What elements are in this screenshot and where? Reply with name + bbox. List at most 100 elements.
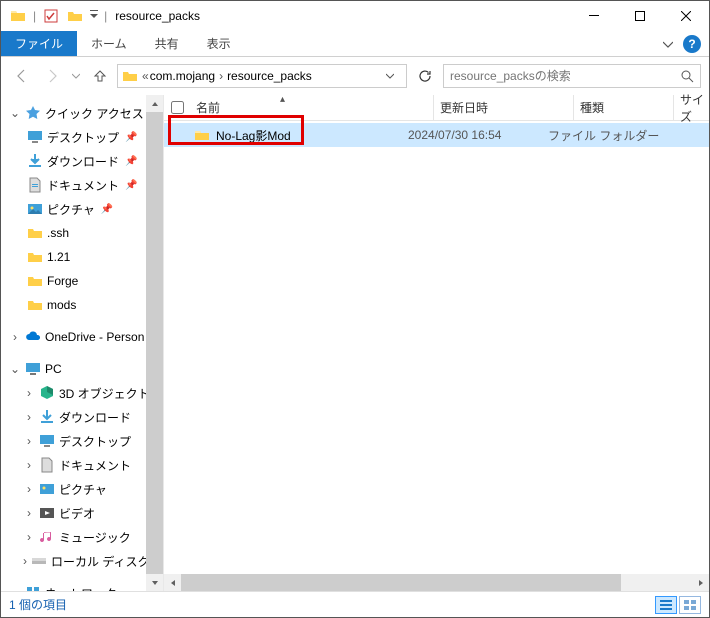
view-details-button[interactable] <box>655 596 677 614</box>
tree-label: OneDrive - Person <box>45 330 144 344</box>
chevron-right-icon[interactable]: › <box>23 458 35 472</box>
search-icon[interactable] <box>680 69 694 83</box>
nav-up-button[interactable] <box>87 63 113 89</box>
music-icon <box>39 529 55 545</box>
address-dropdown-icon[interactable] <box>386 72 402 80</box>
properties-icon[interactable] <box>40 5 62 27</box>
view-toggle-group <box>655 596 701 614</box>
horizontal-scrollbar[interactable] <box>164 574 709 591</box>
column-name[interactable]: 名前 <box>190 95 434 120</box>
star-icon <box>25 105 41 121</box>
search-box[interactable] <box>443 64 701 88</box>
column-date[interactable]: 更新日時 <box>434 95 574 120</box>
desktop-icon <box>27 129 43 145</box>
sidebar-scrollbar[interactable] <box>146 95 163 591</box>
scroll-up-icon[interactable] <box>146 95 163 112</box>
tree-onedrive[interactable]: › OneDrive - Person <box>1 325 163 349</box>
scroll-right-icon[interactable] <box>692 574 709 591</box>
quick-access-toolbar: | | <box>1 5 109 27</box>
tree-video[interactable]: › ビデオ <box>1 501 163 525</box>
chevron-right-icon[interactable]: › <box>23 554 27 568</box>
file-list-pane: 名前 ▴ 更新日時 種類 サイズ No-Lag影Mod 2024/07/30 1… <box>164 95 709 591</box>
tree-label: ローカル ディスク (C <box>51 553 164 570</box>
address-bar[interactable]: « com.mojang › resource_packs <box>117 64 407 88</box>
address-bar-row: « com.mojang › resource_packs <box>1 57 709 95</box>
nav-back-button[interactable] <box>9 63 35 89</box>
chevron-right-icon[interactable]: › <box>23 530 35 544</box>
tree-documents2[interactable]: › ドキュメント <box>1 453 163 477</box>
ribbon-expand-icon[interactable] <box>663 39 673 49</box>
tree-pictures2[interactable]: › ピクチャ <box>1 477 163 501</box>
refresh-button[interactable] <box>411 64 439 88</box>
tree-downloads2[interactable]: › ダウンロード <box>1 405 163 429</box>
tree-label: ピクチャ <box>59 481 107 498</box>
column-type[interactable]: 種類 <box>574 95 674 120</box>
minimize-button[interactable] <box>571 1 617 31</box>
scrollbar-thumb[interactable] <box>181 574 621 591</box>
tree-mods[interactable]: mods <box>1 293 163 317</box>
chevron-right-icon[interactable]: › <box>23 386 35 400</box>
download-icon <box>39 409 55 425</box>
nav-forward-button[interactable] <box>39 63 65 89</box>
tree-documents[interactable]: ドキュメント 📌 <box>1 173 163 197</box>
scroll-down-icon[interactable] <box>146 574 163 591</box>
tree-label: 1.21 <box>47 250 70 264</box>
tree-forge[interactable]: Forge <box>1 269 163 293</box>
tree-label: mods <box>47 298 76 312</box>
help-button[interactable]: ? <box>683 35 701 53</box>
chevron-right-icon[interactable]: › <box>23 506 35 520</box>
tree-121[interactable]: 1.21 <box>1 245 163 269</box>
ribbon-tab-view[interactable]: 表示 <box>193 31 245 56</box>
chevron-right-icon[interactable]: › <box>9 586 21 591</box>
tree-music[interactable]: › ミュージック <box>1 525 163 549</box>
tree-downloads[interactable]: ダウンロード 📌 <box>1 149 163 173</box>
ribbon-tab-file[interactable]: ファイル <box>1 31 77 56</box>
select-all-checkbox[interactable] <box>164 101 190 114</box>
nav-history-dropdown[interactable] <box>69 63 83 89</box>
search-input[interactable] <box>450 69 676 83</box>
folder-icon <box>27 297 43 313</box>
chevron-down-icon[interactable]: ⌄ <box>9 362 21 376</box>
folder-small-icon[interactable] <box>64 5 86 27</box>
close-button[interactable] <box>663 1 709 31</box>
scroll-left-icon[interactable] <box>164 574 181 591</box>
chevron-right-icon[interactable]: › <box>23 482 35 496</box>
pin-icon: 📌 <box>125 156 137 167</box>
file-name: No-Lag影Mod <box>216 127 291 144</box>
column-size[interactable]: サイズ <box>674 91 709 125</box>
pin-icon: 📌 <box>125 180 137 191</box>
view-icons-button[interactable] <box>679 596 701 614</box>
tree-network[interactable]: › ネットワーク <box>1 581 163 591</box>
chevron-down-icon[interactable]: ⌄ <box>9 106 21 120</box>
document-icon <box>27 177 43 193</box>
tree-localdisk[interactable]: › ローカル ディスク (C <box>1 549 163 573</box>
tree-3dobjects[interactable]: › 3D オブジェクト <box>1 381 163 405</box>
tree-label: デスクトップ <box>47 129 119 146</box>
pictures-icon <box>27 201 43 217</box>
breadcrumb-separator[interactable]: › <box>219 69 223 83</box>
qat-dropdown-icon[interactable] <box>88 5 100 27</box>
tree-pictures[interactable]: ピクチャ 📌 <box>1 197 163 221</box>
tree-quick-access[interactable]: ⌄ クイック アクセス <box>1 101 163 125</box>
file-date: 2024/07/30 16:54 <box>408 128 548 142</box>
ribbon-tab-share[interactable]: 共有 <box>141 31 193 56</box>
maximize-button[interactable] <box>617 1 663 31</box>
tree-ssh[interactable]: .ssh <box>1 221 163 245</box>
tree-desktop2[interactable]: › デスクトップ <box>1 429 163 453</box>
tree-pc[interactable]: ⌄ PC <box>1 357 163 381</box>
breadcrumb-crumb-2[interactable]: resource_packs <box>227 69 312 83</box>
tree-label: ダウンロード <box>59 409 131 426</box>
chevron-right-icon[interactable]: › <box>23 410 35 424</box>
ribbon-tab-home[interactable]: ホーム <box>77 31 141 56</box>
folder-icon <box>27 249 43 265</box>
file-row[interactable]: No-Lag影Mod 2024/07/30 16:54 ファイル フォルダー <box>164 123 709 147</box>
video-icon <box>39 505 55 521</box>
chevron-right-icon[interactable]: › <box>9 330 21 344</box>
scrollbar-thumb[interactable] <box>146 112 163 574</box>
window-controls <box>571 1 709 31</box>
breadcrumb-root-chevrons[interactable]: « <box>142 69 146 83</box>
folder-icon <box>194 127 210 143</box>
tree-desktop[interactable]: デスクトップ 📌 <box>1 125 163 149</box>
breadcrumb-crumb-1[interactable]: com.mojang <box>150 69 215 83</box>
chevron-right-icon[interactable]: › <box>23 434 35 448</box>
